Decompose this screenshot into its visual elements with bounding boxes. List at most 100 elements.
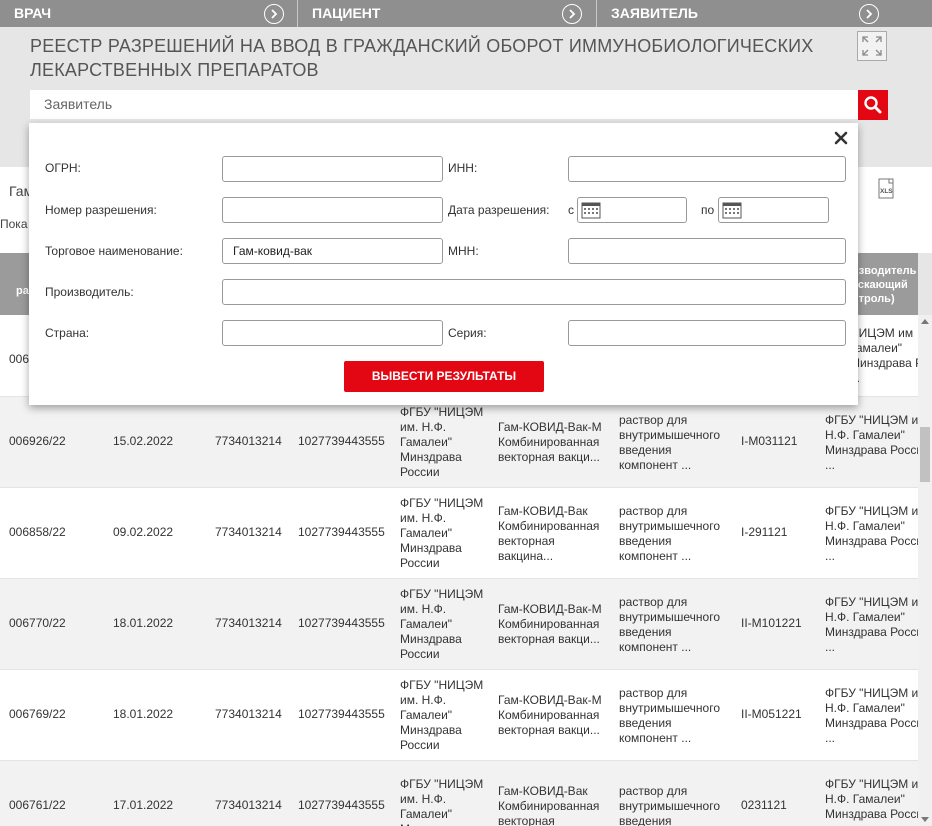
series-cell: I-291121: [741, 525, 788, 539]
manufacturer-cell: НИЦЭМ имГамалеи"Минздрава России...: [850, 326, 918, 385]
dosage-form-cell: раствор для внутримышечного введения компон…: [619, 504, 720, 563]
ogrn-cell: 1027739443555: [298, 798, 385, 812]
search-button[interactable]: [858, 90, 888, 120]
trade-name-cell: Гам-КОВИД-Вак-М Комбинированная векторная …: [498, 602, 602, 646]
tab-patient-label: ПАЦИЕНТ: [312, 5, 381, 21]
inn-name-field[interactable]: [568, 238, 846, 264]
manufacturer-label: Производитель:: [45, 285, 134, 299]
manufacturer-cell: ФГБУ "НИЦЭМ им Н.Ф. Гамалеи" Минздрава Рос…: [825, 777, 918, 826]
trade-name-label: Торговое наименование:: [45, 244, 183, 258]
close-icon[interactable]: [833, 130, 849, 146]
table-row[interactable]: 006769/22 18.01.2022 7734013214 10277394435…: [0, 670, 918, 761]
dosage-form-cell: раствор для внутримышечного введения: [619, 784, 720, 826]
country-field[interactable]: [222, 320, 443, 346]
top-nav: ВРАЧ ПАЦИЕНТ ЗАЯВИТЕЛЬ: [0, 0, 932, 27]
scroll-down-icon[interactable]: [921, 817, 929, 822]
ogrn-field[interactable]: [222, 156, 443, 182]
series-cell: II-M051221: [741, 707, 802, 721]
manufacturer-cell: ФГБУ "НИЦЭМ им Н.Ф. Гамалеи" Минздрава Рос…: [825, 595, 918, 654]
holder-cell: ФГБУ "НИЦЭМ им. Н.Ф. Гамалеи" Минздрава Росс…: [400, 405, 484, 479]
dosage-form-cell: раствор для внутримышечного введения компон…: [619, 413, 720, 472]
ogrn-cell: 1027739443555: [298, 616, 385, 630]
holder-cell: ФГБУ "НИЦЭМ им. Н.Ф. Гамалеи" Минздрава Росс…: [400, 587, 484, 661]
ogrn-cell: 1027739443555: [298, 707, 385, 721]
series-field[interactable]: [568, 320, 846, 346]
permit-number-label: Номер разрешения:: [45, 203, 157, 217]
filter-popup: ОГРН: ИНН: Номер разрешения: Дата разреш…: [29, 123, 858, 405]
table-row[interactable]: 006926/22 15.02.2022 7734013214 10277394435…: [0, 397, 918, 488]
dosage-form-cell: раствор для внутримышечного введения компон…: [619, 686, 720, 745]
permit-number-cell: 006926/22: [9, 434, 66, 448]
manufacturer-cell: ФГБУ "НИЦЭМ им Н.Ф. Гамалеи" Минздрава Рос…: [825, 686, 918, 745]
manufacturer-cell: ФГБУ "НИЦЭМ им Н.Ф. Гамалеи" Минздрава Рос…: [825, 413, 918, 472]
expand-button[interactable]: [857, 31, 887, 61]
holder-cell: ФГБУ "НИЦЭМ им. Н.Ф. Гамалеи" Минздрава Росс…: [400, 496, 484, 570]
table-row[interactable]: 006858/22 09.02.2022 7734013214 10277394435…: [0, 488, 918, 579]
search-input[interactable]: Заявитель: [30, 90, 858, 119]
holder-cell: ФГБУ "НИЦЭМ им. Н.Ф. Гамалеи" Минздрава Росс…: [400, 678, 484, 752]
chevron-right-icon[interactable]: [562, 4, 582, 24]
trade-name-cell: Гам-КОВИД-Вак Комбинированная векторная вак…: [498, 504, 600, 563]
table-row[interactable]: 006761/22 17.01.2022 7734013214 10277394435…: [0, 761, 918, 826]
manufacturer-cell: ФГБУ "НИЦЭМ им Н.Ф. Гамалеи" Минздрава Рос…: [825, 504, 918, 563]
inn-cell: 7734013214: [215, 707, 282, 721]
permit-date-cell: 18.01.2022: [113, 616, 174, 630]
scroll-thumb[interactable]: [920, 427, 930, 482]
inn-cell: 7734013214: [215, 616, 282, 630]
ogrn-label: ОГРН:: [45, 161, 81, 175]
inn-name-label: МНН:: [448, 244, 479, 258]
trade-name-field[interactable]: Гам-ковид-вак: [222, 238, 443, 264]
permit-date-cell: 15.02.2022: [113, 434, 174, 448]
date-from-label: с: [568, 203, 574, 217]
series-cell: II-M101221: [741, 616, 802, 630]
permit-number-cell: 006770/22: [9, 616, 66, 630]
scrollbar[interactable]: [918, 315, 932, 826]
calendar-icon[interactable]: [581, 201, 601, 219]
scroll-up-icon[interactable]: [921, 319, 929, 324]
permit-number-field[interactable]: [222, 197, 443, 223]
series-label: Серия:: [448, 326, 487, 340]
dosage-form-cell: раствор для внутримышечного введения компон…: [619, 595, 720, 654]
inn-cell: 7734013214: [215, 434, 282, 448]
permit-date-cell: 18.01.2022: [113, 707, 174, 721]
series-cell: I-M031121: [741, 434, 798, 448]
country-label: Страна:: [45, 326, 90, 340]
svg-text:XLS: XLS: [880, 188, 893, 195]
inn-cell: 7734013214: [215, 525, 282, 539]
chevron-right-icon[interactable]: [264, 4, 284, 24]
date-to-label: по: [701, 203, 715, 217]
page-title-line2: ЛЕКАРСТВЕННЫХ ПРЕПАРАТОВ: [30, 60, 319, 80]
permit-date-cell: 09.02.2022: [113, 525, 174, 539]
search-placeholder: Заявитель: [44, 96, 113, 112]
show-results-button[interactable]: ВЫВЕСТИ РЕЗУЛЬТАТЫ: [344, 361, 544, 392]
inn-cell: 7734013214: [215, 798, 282, 812]
inn-label: ИНН:: [448, 161, 478, 175]
tab-patient[interactable]: ПАЦИЕНТ: [298, 0, 597, 27]
calendar-icon[interactable]: [722, 201, 742, 219]
tab-applicant-label: ЗАЯВИТЕЛЬ: [611, 5, 698, 21]
expand-icon: [862, 36, 882, 56]
manufacturer-field[interactable]: [222, 279, 846, 305]
trade-name-cell: Гам-КОВИД-Вак-М Комбинированная векторная …: [498, 693, 602, 737]
ogrn-cell: 1027739443555: [298, 525, 385, 539]
permit-number-cell: 006769/22: [9, 707, 66, 721]
chevron-right-icon[interactable]: [859, 4, 879, 24]
trade-name-cell: Гам-КОВИД-Вак Комбинированная векторная: [498, 784, 600, 826]
holder-cell: ФГБУ "НИЦЭМим. Н.Ф.Гамалеи"Минздрава: [400, 777, 484, 826]
page-title: РЕЕСТР РАЗРЕШЕНИЙ НА ВВОД В ГРАЖДАНСКИЙ …: [30, 34, 830, 82]
table-row[interactable]: 006770/22 18.01.2022 7734013214 10277394435…: [0, 579, 918, 670]
series-cell: 0231121: [741, 798, 787, 812]
xls-icon[interactable]: XLS: [877, 178, 897, 200]
tab-applicant[interactable]: ЗАЯВИТЕЛЬ: [597, 0, 932, 27]
results-count-text: Пока: [0, 217, 28, 231]
permit-number-cell: 006: [9, 352, 30, 366]
tab-doctor[interactable]: ВРАЧ: [0, 0, 298, 27]
permit-date-label: Дата разрешения:: [448, 203, 550, 217]
tab-doctor-label: ВРАЧ: [14, 5, 52, 21]
inn-field[interactable]: [568, 156, 846, 182]
permit-date-cell: 17.01.2022: [113, 798, 174, 812]
table-header-left: ра: [16, 285, 29, 297]
permit-number-cell: 006761/22: [9, 798, 66, 812]
page-title-line1: РЕЕСТР РАЗРЕШЕНИЙ НА ВВОД В ГРАЖДАНСКИЙ …: [30, 36, 814, 56]
ogrn-cell: 1027739443555: [298, 434, 385, 448]
